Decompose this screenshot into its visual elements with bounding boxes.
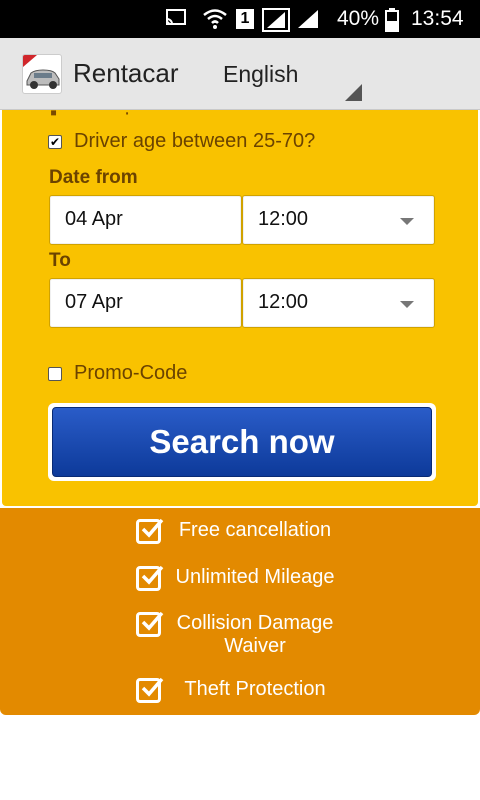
time-from-value: 12:00 [258, 208, 309, 230]
search-now-label: Search now [52, 407, 432, 477]
status-bar: 1 40% 13:54 [0, 0, 480, 38]
checkbox-checked-icon [136, 611, 164, 637]
car-logo-icon [22, 54, 62, 94]
search-now-button[interactable]: Search now [48, 403, 436, 481]
language-label: English [223, 61, 299, 87]
wifi-icon [202, 8, 228, 35]
battery-percent: 40% [337, 7, 380, 30]
sim-badge-icon: 1 [236, 9, 254, 29]
app-title: Rentacar [73, 58, 179, 88]
benefit-text: Theft Protection [184, 678, 326, 700]
time-to-select[interactable]: 12:00 [242, 278, 435, 328]
driver-age-checkbox[interactable]: ✔ [48, 134, 62, 149]
checkbox-checked-icon [136, 518, 164, 544]
signal-icon-2 [296, 8, 320, 35]
signal-icon-1 [262, 8, 290, 37]
date-from-field[interactable]: 04 Apr [49, 195, 242, 245]
clipped-row-remnant: ▪ · [50, 102, 131, 124]
chevron-down-icon [400, 218, 414, 225]
benefit-text: Collision Damage Waiver [176, 612, 334, 657]
date-from-value: 04 Apr [65, 208, 123, 230]
cast-icon [165, 8, 187, 33]
app-bar: Rentacar English [0, 38, 480, 110]
promo-code-label: Promo-Code [74, 362, 188, 384]
date-from-label: Date from [49, 167, 138, 188]
date-to-value: 07 Apr [65, 291, 123, 313]
date-to-field[interactable]: 07 Apr [49, 278, 242, 328]
language-select[interactable]: English [215, 56, 365, 102]
driver-age-label: Driver age between 25-70? [74, 130, 316, 152]
benefit-text: Free cancellation [178, 519, 332, 541]
date-to-label: To [49, 250, 71, 271]
benefits-panel: Free cancellation Unlimited Mileage Coll… [0, 508, 480, 715]
chevron-down-icon [400, 301, 414, 308]
benefit-text: Unlimited Mileage [175, 566, 335, 588]
promo-code-checkbox[interactable] [48, 366, 62, 381]
time-to-value: 12:00 [258, 291, 309, 313]
search-form: ▪ · ✔ Driver age between 25-70? Date fro… [0, 102, 480, 508]
battery-icon [385, 8, 399, 37]
checkbox-checked-icon [136, 677, 164, 703]
time-from-select[interactable]: 12:00 [242, 195, 435, 245]
clock: 13:54 [411, 7, 464, 30]
checkbox-checked-icon [136, 565, 164, 591]
dropdown-triangle-icon [345, 84, 362, 101]
driver-age-row[interactable]: ✔ Driver age between 25-70? [48, 130, 315, 153]
promo-code-row[interactable]: Promo-Code [48, 362, 187, 385]
